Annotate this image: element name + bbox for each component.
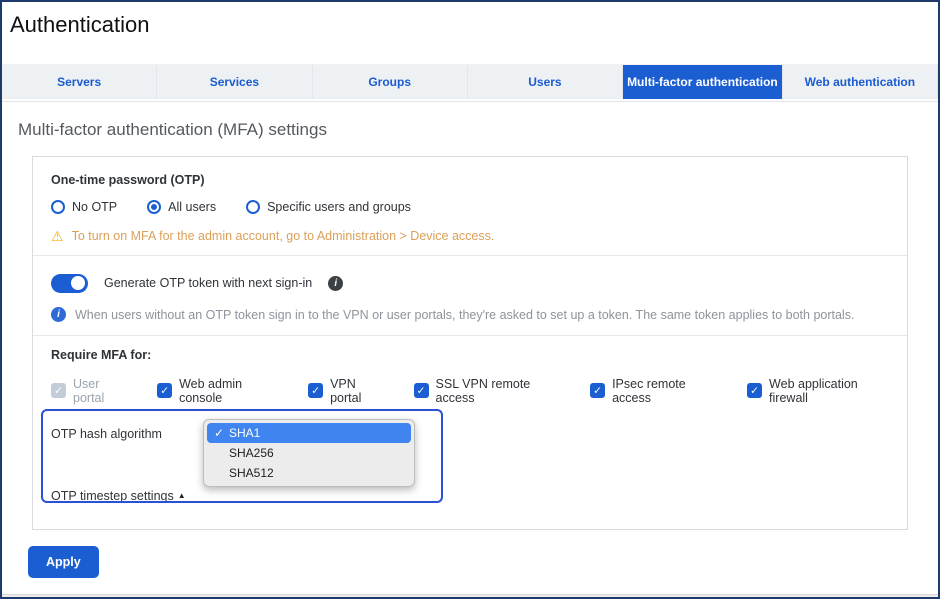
radio-no-otp[interactable]: No OTP [51, 200, 117, 214]
otp-group-label: One-time password (OTP) [51, 173, 889, 187]
tab-groups[interactable]: Groups [313, 65, 468, 99]
main-content: Multi-factor authentication (MFA) settin… [2, 102, 938, 594]
checkbox-label: User portal [73, 377, 128, 405]
info-icon[interactable]: i [328, 276, 343, 291]
checkbox-label: Web admin console [179, 377, 279, 405]
radio-label: No OTP [72, 200, 117, 214]
mfa-settings-panel: One-time password (OTP) No OTP All users… [32, 156, 908, 530]
radio-label: All users [168, 200, 216, 214]
option-label: SHA512 [229, 466, 274, 480]
footer-bar [2, 594, 938, 597]
radio-label: Specific users and groups [267, 200, 411, 214]
dropdown-option-sha256[interactable]: SHA256 [207, 443, 411, 463]
checkbox-ipsec-remote-access[interactable]: ✓ IPsec remote access [590, 377, 718, 405]
warning-text: To turn on MFA for the admin account, go… [72, 229, 495, 243]
dropdown-option-sha1[interactable]: ✓ SHA1 [207, 423, 411, 443]
divider [33, 255, 907, 256]
toggle-label: Generate OTP token with next sign-in [104, 276, 312, 290]
tab-services[interactable]: Services [157, 65, 312, 99]
otp-token-toggle-row: Generate OTP token with next sign-in i [51, 274, 889, 293]
require-mfa-checkbox-group: ✓ User portal ✓ Web admin console ✓ VPN … [51, 377, 889, 405]
option-label: SHA1 [229, 426, 260, 440]
checkbox-icon: ✓ [157, 383, 172, 398]
checkbox-label: IPsec remote access [612, 377, 718, 405]
checkbox-icon: ✓ [308, 383, 323, 398]
page-title: Authentication [10, 12, 930, 38]
collapse-arrow-icon: ▲ [178, 491, 186, 500]
radio-specific-users-and-groups[interactable]: Specific users and groups [246, 200, 411, 214]
generate-otp-token-toggle[interactable] [51, 274, 88, 293]
checkbox-web-admin-console[interactable]: ✓ Web admin console [157, 377, 279, 405]
tab-bar: Servers Services Groups Users Multi-fact… [2, 64, 938, 99]
check-icon: ✓ [214, 426, 224, 440]
checkbox-user-portal: ✓ User portal [51, 377, 128, 405]
require-mfa-label: Require MFA for: [51, 348, 889, 362]
otp-hash-section: OTP hash algorithm ✓ SHA1 SHA256 SHA512 … [51, 419, 889, 515]
radio-icon [51, 200, 65, 214]
admin-mfa-warning: ⚠ To turn on MFA for the admin account, … [51, 229, 889, 243]
checkbox-web-application-firewall[interactable]: ✓ Web application firewall [747, 377, 889, 405]
checkbox-label: VPN portal [330, 377, 384, 405]
checkbox-label: Web application firewall [769, 377, 889, 405]
checkbox-icon: ✓ [51, 383, 66, 398]
checkbox-icon: ✓ [414, 383, 429, 398]
tab-users[interactable]: Users [468, 65, 623, 99]
checkbox-label: SSL VPN remote access [436, 377, 562, 405]
note-text: When users without an OTP token sign in … [75, 307, 854, 323]
otp-timestep-settings-toggle[interactable]: OTP timestep settings ▲ [51, 489, 186, 503]
checkbox-icon: ✓ [590, 383, 605, 398]
apply-button[interactable]: Apply [28, 546, 99, 578]
tab-multi-factor-authentication[interactable]: Multi-factor authentication [623, 65, 783, 99]
section-title: Multi-factor authentication (MFA) settin… [18, 120, 922, 140]
otp-token-note: i When users without an OTP token sign i… [51, 307, 889, 323]
divider [33, 335, 907, 336]
radio-icon [147, 200, 161, 214]
otp-radio-group: No OTP All users Specific users and grou… [51, 200, 889, 214]
checkbox-vpn-portal[interactable]: ✓ VPN portal [308, 377, 384, 405]
tab-servers[interactable]: Servers [2, 65, 157, 99]
timestep-label: OTP timestep settings [51, 489, 174, 503]
otp-hash-algorithm-label: OTP hash algorithm [51, 427, 162, 441]
info-icon: i [51, 307, 66, 322]
checkbox-ssl-vpn-remote-access[interactable]: ✓ SSL VPN remote access [414, 377, 562, 405]
radio-icon [246, 200, 260, 214]
page-header: Authentication [2, 2, 938, 64]
dropdown-option-sha512[interactable]: SHA512 [207, 463, 411, 483]
radio-all-users[interactable]: All users [147, 200, 216, 214]
option-label: SHA256 [229, 446, 274, 460]
warning-icon: ⚠ [51, 229, 64, 243]
tab-web-authentication[interactable]: Web authentication [783, 65, 938, 99]
checkbox-icon: ✓ [747, 383, 762, 398]
otp-hash-algorithm-dropdown[interactable]: ✓ SHA1 SHA256 SHA512 [203, 419, 415, 487]
